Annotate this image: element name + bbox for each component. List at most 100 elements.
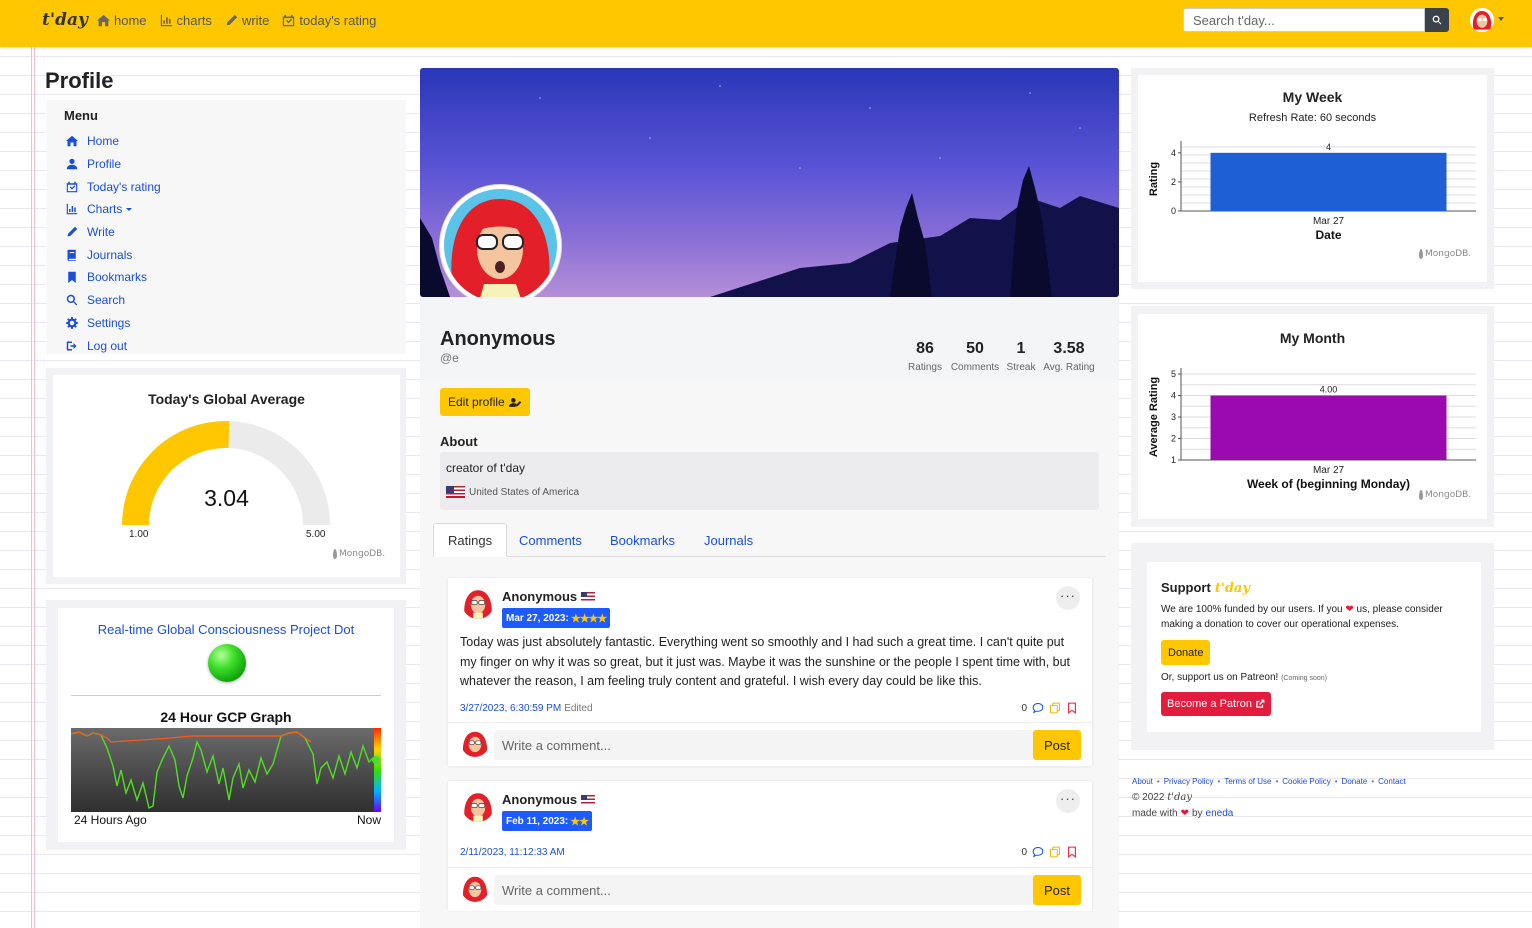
avatar-icon xyxy=(461,729,489,757)
support-text-before: We are 100% funded by our users. If you xyxy=(1161,604,1343,615)
gcp-title-link[interactable]: Real-time Global Consciousness Project D… xyxy=(58,622,394,637)
sidebar-item-label: Search xyxy=(87,293,126,308)
edit-profile-button[interactable]: Edit profile xyxy=(440,388,530,416)
search-button[interactable] xyxy=(1425,8,1449,32)
comment-input[interactable] xyxy=(494,875,1034,905)
mongodb-label: MongoDB. xyxy=(1425,490,1472,500)
brand-logo[interactable]: t'day xyxy=(42,10,88,30)
tab-journals[interactable]: Journals xyxy=(690,523,767,557)
chevron-down-icon[interactable] xyxy=(1498,17,1504,21)
patreon-text-main: Or, support us on Patreon! xyxy=(1161,672,1279,683)
y-tick-label: 4 xyxy=(1171,391,1176,401)
tab-bookmarks[interactable]: Bookmarks xyxy=(596,523,689,557)
avatar-icon xyxy=(462,790,494,822)
nav-charts-link[interactable]: charts xyxy=(160,13,212,28)
my-week-card: My Week Refresh Rate: 60 seconds 0 2 4 4 Mar… xyxy=(1131,68,1494,289)
profile-avatar[interactable] xyxy=(440,185,561,306)
tab-comments[interactable]: Comments xyxy=(505,523,596,557)
stat-comments[interactable]: 50 Comments xyxy=(947,340,1003,373)
copy-icon[interactable] xyxy=(1049,702,1061,714)
y-tick-label: 3 xyxy=(1171,412,1176,422)
post-author[interactable]: Anonymous xyxy=(502,792,596,807)
us-flag-icon xyxy=(581,795,596,804)
avatar[interactable] xyxy=(462,587,494,619)
footer-separator: • xyxy=(1217,777,1221,786)
avatar[interactable] xyxy=(462,790,494,822)
sidebar-item-logout[interactable]: Log out xyxy=(66,334,161,357)
comment-icon[interactable] xyxy=(1032,846,1044,858)
bookmark-icon[interactable] xyxy=(1066,702,1078,714)
donate-button[interactable]: Donate xyxy=(1161,640,1211,665)
sidebar-item-home[interactable]: Home xyxy=(66,130,161,153)
nav-home-link[interactable]: home xyxy=(97,13,147,28)
avatar-icon xyxy=(1470,8,1494,32)
stat-streak[interactable]: 1 Streak xyxy=(1005,340,1037,373)
made-with-text: made with xyxy=(1132,808,1178,819)
mongodb-label: MongoDB. xyxy=(1425,249,1472,259)
post-options-button[interactable]: ··· xyxy=(1056,586,1080,610)
user-avatar-menu[interactable] xyxy=(1470,8,1494,32)
nav-todays-rating-link[interactable]: today's rating xyxy=(282,13,376,28)
search-input[interactable] xyxy=(1183,8,1425,32)
stat-ratings[interactable]: 86 Ratings xyxy=(906,340,944,373)
x-tick-label: Mar 27 xyxy=(1313,216,1345,227)
about-box: creator of t'day United States of Americ… xyxy=(440,452,1099,510)
sidebar-item-journals[interactable]: Journals xyxy=(66,243,161,266)
comment-input[interactable] xyxy=(494,730,1034,760)
footer-link-privacy[interactable]: Privacy Policy xyxy=(1164,777,1214,786)
timestamp-text: 3/27/2023, 6:30:59 PM xyxy=(460,703,562,714)
heart-icon: ❤ xyxy=(1345,604,1354,615)
footer-link-about[interactable]: About xyxy=(1132,777,1153,786)
y-tick-label: 2 xyxy=(1171,177,1176,187)
comment-count: 0 xyxy=(1021,846,1027,858)
avatar-icon xyxy=(462,587,494,619)
sidebar-item-settings[interactable]: Settings xyxy=(66,312,161,335)
post-options-button[interactable]: ··· xyxy=(1056,789,1080,813)
profile-handle: @e xyxy=(440,351,459,365)
avatar-icon xyxy=(444,189,557,302)
sidebar-menu: Menu Home Profile Today's rating Charts … xyxy=(46,100,406,354)
footer-copyright: © 2022 t'day xyxy=(1132,792,1192,803)
bookmark-icon[interactable] xyxy=(1066,846,1078,858)
sidebar-item-label: Today's rating xyxy=(87,179,161,194)
support-inner: Support t'day We are 100% funded by our … xyxy=(1147,562,1481,732)
sidebar-item-label: Home xyxy=(87,134,120,149)
x-tick-label: Mar 27 xyxy=(1313,465,1345,476)
page-title: Profile xyxy=(45,68,114,93)
mongodb-leaf-icon xyxy=(1419,490,1423,500)
y-tick-label: 0 xyxy=(1171,206,1176,216)
nav-write-link[interactable]: write xyxy=(225,13,269,28)
footer-link-terms[interactable]: Terms of Use xyxy=(1224,777,1271,786)
sidebar-item-label: Settings xyxy=(87,315,131,330)
post-timestamp[interactable]: 2/11/2023, 11:12:33 AM xyxy=(460,847,565,858)
support-brand: t'day xyxy=(1214,581,1250,596)
tab-ratings[interactable]: Ratings xyxy=(433,523,508,557)
stat-avg-rating[interactable]: 3.58 Avg. Rating xyxy=(1040,340,1098,373)
sidebar-item-charts[interactable]: Charts xyxy=(66,198,161,221)
stat-label: Streak xyxy=(1006,362,1036,373)
copy-icon[interactable] xyxy=(1049,846,1061,858)
post-timestamp[interactable]: 3/27/2023, 6:30:59 PM Edited xyxy=(460,703,593,714)
menu-title: Menu xyxy=(64,108,98,123)
gcp-card: Real-time Global Consciousness Project D… xyxy=(46,600,406,850)
footer-separator: • xyxy=(1371,777,1375,786)
sidebar-item-search[interactable]: Search xyxy=(66,289,161,312)
post-author[interactable]: Anonymous xyxy=(502,589,596,604)
sidebar-item-bookmarks[interactable]: Bookmarks xyxy=(66,266,161,289)
external-link-icon xyxy=(1256,699,1265,708)
comment-icon[interactable] xyxy=(1032,702,1044,714)
post-comment-button[interactable]: Post xyxy=(1033,875,1081,905)
y-tick-label: 2 xyxy=(1171,434,1176,444)
pencil-icon xyxy=(67,226,78,237)
post-author-name: Anonymous xyxy=(502,589,578,604)
post-comment-button[interactable]: Post xyxy=(1033,730,1081,760)
footer-link-cookies[interactable]: Cookie Policy xyxy=(1282,777,1330,786)
become-patron-button[interactable]: Become a Patron xyxy=(1161,692,1271,716)
sidebar-item-profile[interactable]: Profile xyxy=(66,153,161,176)
sidebar-item-todays-rating[interactable]: Today's rating xyxy=(66,175,161,198)
footer-link-donate[interactable]: Donate xyxy=(1342,777,1368,786)
sidebar-item-write[interactable]: Write xyxy=(66,221,161,244)
post-date: Mar 27, 2023: xyxy=(506,612,569,624)
author-link[interactable]: eneda xyxy=(1206,808,1234,819)
footer-link-contact[interactable]: Contact xyxy=(1378,777,1406,786)
